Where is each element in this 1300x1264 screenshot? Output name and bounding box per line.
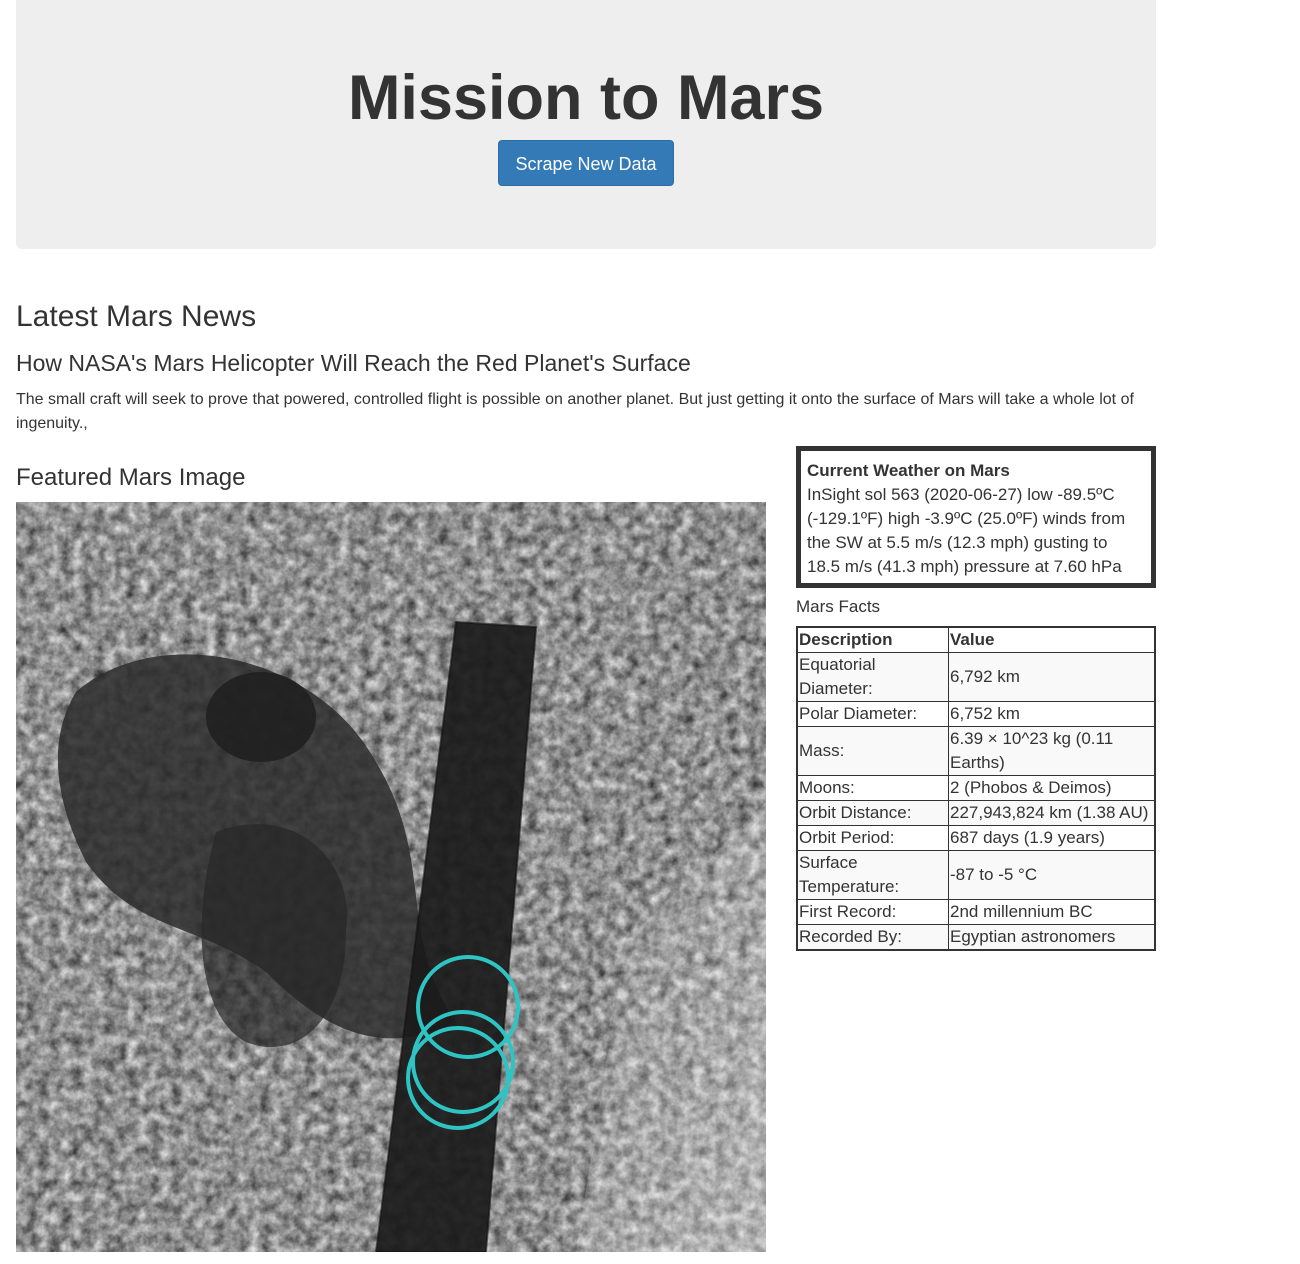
row-value: 6,792 km: [948, 652, 1156, 702]
row-value: 227,943,824 km (1.38 AU): [948, 800, 1156, 826]
row-description: Equatorial Diameter:: [796, 652, 949, 702]
scrape-button[interactable]: Scrape New Data: [498, 140, 674, 186]
page-title: Mission to Mars: [347, 63, 825, 133]
table-row: Recorded By: Egyptian astronomers: [796, 924, 1156, 951]
weather-panel: Current Weather on Mars InSight sol 563 …: [796, 446, 1156, 588]
row-description: Mass:: [796, 726, 949, 776]
table-row: First Record: 2nd millennium BC: [796, 899, 1156, 925]
news-paragraph: The small craft will seek to prove that …: [16, 391, 1134, 432]
row-value: -87 to -5 °C: [948, 850, 1156, 900]
row-value: 2nd millennium BC: [948, 899, 1156, 925]
column-header-value: Value: [948, 626, 1156, 653]
table-row: Equatorial Diameter: 6,792 km: [796, 652, 1156, 702]
table-row: Moons: 2 (Phobos & Deimos): [796, 775, 1156, 801]
row-description: Moons:: [796, 775, 949, 801]
row-description: Polar Diameter:: [796, 701, 949, 727]
table-row: Polar Diameter: 6,752 km: [796, 701, 1156, 727]
table-row: Surface Temperature: -87 to -5 °C: [796, 850, 1156, 900]
featured-mars-image: [16, 502, 766, 1252]
facts-heading: Mars Facts: [796, 597, 881, 616]
header-jumbotron: Mission to Mars Scrape New Data: [16, 0, 1156, 249]
row-value: 687 days (1.9 years): [948, 825, 1156, 851]
weather-text: InSight sol 563 (2020-06-27) low -89.5ºC…: [807, 485, 1126, 576]
table-row: Mass: 6.39 × 10^23 kg (0.11 Earths): [796, 726, 1156, 776]
row-description: Surface Temperature:: [796, 850, 949, 900]
weather-title: Current Weather on Mars: [807, 461, 1010, 480]
mars-facts-table: Description Value Equatorial Diameter: 6…: [796, 626, 1156, 951]
row-description: Orbit Distance:: [796, 800, 949, 826]
table-row: Orbit Distance: 227,943,824 km (1.38 AU): [796, 800, 1156, 826]
news-section-heading: Latest Mars News: [16, 300, 257, 333]
row-description: Recorded By:: [796, 924, 949, 951]
row-value: Egyptian astronomers: [948, 924, 1156, 951]
column-header-description: Description: [796, 626, 949, 653]
row-value: 2 (Phobos & Deimos): [948, 775, 1156, 801]
table-header-row: Description Value: [796, 626, 1156, 653]
row-value: 6,752 km: [948, 701, 1156, 727]
row-description: First Record:: [796, 899, 949, 925]
row-value: 6.39 × 10^23 kg (0.11 Earths): [948, 726, 1156, 776]
news-title: How NASA's Mars Helicopter Will Reach th…: [16, 350, 691, 376]
featured-image-heading: Featured Mars Image: [16, 464, 246, 491]
table-row: Orbit Period: 687 days (1.9 years): [796, 825, 1156, 851]
row-description: Orbit Period:: [796, 825, 949, 851]
